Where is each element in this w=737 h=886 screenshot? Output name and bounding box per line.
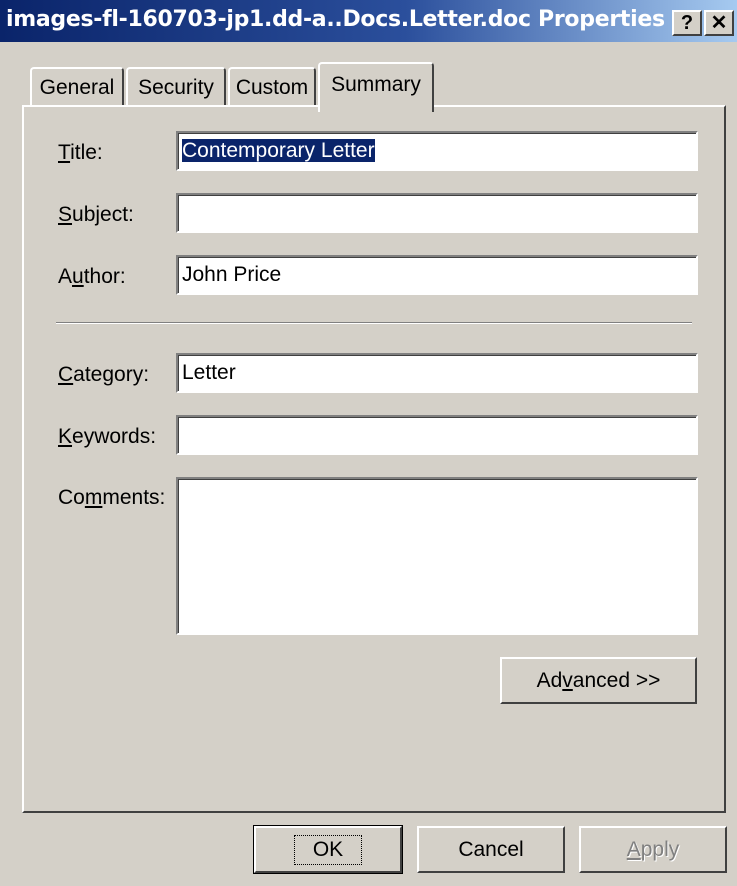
category-value: Letter [182, 361, 236, 384]
category-field[interactable]: Letter [176, 353, 698, 393]
comments-field[interactable] [176, 477, 698, 635]
author-value: John Price [182, 263, 282, 286]
keywords-label: Keywords: [58, 425, 157, 448]
author-field[interactable]: John Price [176, 255, 698, 295]
advanced-button[interactable]: Advanced >> [500, 657, 697, 704]
advanced-button-label: Advanced >> [536, 668, 661, 692]
subject-label: Subject: [58, 203, 134, 226]
subject-field[interactable] [176, 193, 698, 233]
keywords-field[interactable] [176, 415, 698, 455]
category-label: Category: [58, 363, 150, 386]
title-value: Contemporary Letter [182, 139, 375, 162]
title-label: Title: [58, 141, 103, 164]
title-field[interactable]: Contemporary Letter [176, 131, 698, 171]
separator [56, 322, 692, 324]
author-label: Author: [58, 265, 126, 288]
comments-label: Comments: [58, 486, 166, 509]
summary-form: Title: Contemporary Letter Subject: Auth… [0, 0, 737, 886]
